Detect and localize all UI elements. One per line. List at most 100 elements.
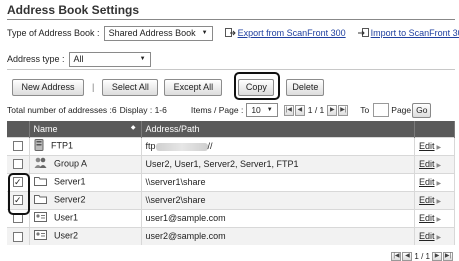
address-cell: \\server1\share	[141, 172, 415, 191]
checkbox-header	[7, 121, 30, 137]
row-name: Server2	[54, 194, 86, 205]
type-label: Type of Address Book :	[7, 28, 100, 38]
title-divider	[7, 19, 455, 20]
row-checkbox[interactable]	[12, 159, 23, 170]
address-book-type-select[interactable]: Shared Address Book ▼	[103, 25, 213, 41]
page-indicator: 1 / 1	[307, 105, 325, 115]
row-name: Server1	[54, 176, 86, 187]
edit-cell: Edit ▶	[414, 190, 455, 209]
table-row: ✓ Server2 \\server2\share Edit ▶	[7, 190, 455, 209]
chevron-right-icon: ▶	[436, 235, 442, 242]
row-name: Group A	[54, 158, 88, 169]
edit-cell: Edit ▶	[414, 136, 455, 155]
import-link[interactable]: Import to ScanFront 300	[357, 28, 459, 38]
page-number-input[interactable]	[373, 103, 390, 117]
delete-button[interactable]: Delete	[286, 78, 325, 96]
address-suffix: //	[207, 141, 213, 151]
address-cell: user2@sample.com	[141, 226, 415, 245]
items-per-page-label: Items / Page :	[190, 105, 244, 115]
table-row: ✓ Server1 \\server1\share Edit ▶	[7, 172, 455, 191]
last-page-icon[interactable]: ▶|	[443, 252, 453, 261]
redacted-address	[155, 142, 208, 151]
next-page-icon[interactable]: ▶	[327, 104, 338, 116]
row-name: FTP1	[51, 140, 74, 151]
folder-icon	[33, 194, 47, 206]
except-all-button[interactable]: Except All	[164, 78, 223, 96]
export-icon	[224, 28, 236, 38]
row-checkbox[interactable]	[12, 141, 23, 152]
edit-link[interactable]: Edit	[419, 231, 435, 241]
sort-indicator-icon: ◆	[130, 124, 136, 131]
name-cell: Group A	[29, 154, 142, 173]
address-type-select[interactable]: All ▼	[68, 51, 151, 67]
total-count: Total number of addresses :6	[7, 105, 117, 115]
name-column-header[interactable]: Name ◆	[29, 121, 142, 137]
edit-link[interactable]: Edit	[419, 159, 435, 169]
export-link[interactable]: Export from ScanFront 300	[224, 28, 346, 38]
last-page-icon[interactable]: ▶|	[338, 104, 349, 116]
user-card-icon	[33, 212, 47, 224]
checkbox-highlight-box	[8, 173, 30, 215]
user-card-icon	[33, 230, 47, 242]
copy-highlight-box	[234, 72, 280, 100]
address-type-label: Address type :	[7, 54, 65, 64]
table-header-row: Name ◆ Address/Path	[7, 121, 455, 137]
first-page-icon[interactable]: |◀	[283, 104, 294, 116]
export-link-label: Export from ScanFront 300	[237, 28, 346, 38]
table-row: FTP1 ftp // Edit ▶	[7, 136, 455, 155]
bottom-pager: |◀ ◀ 1 / 1 ▶ ▶|	[391, 252, 453, 261]
name-cell: User2	[29, 226, 142, 245]
address-book-type-value: Shared Address Book	[108, 28, 196, 38]
next-page-icon[interactable]: ▶	[432, 252, 442, 261]
address-type-row: Address type : All ▼	[7, 51, 151, 67]
address-cell: ftp //	[141, 136, 415, 155]
summary-row: Total number of addresses :6 Display : 1…	[7, 101, 457, 119]
address-prefix: ftp	[145, 141, 156, 151]
row-checkbox-cell	[7, 226, 30, 245]
import-icon	[357, 28, 369, 38]
pager: |◀ ◀ 1 / 1 ▶ ▶|	[283, 104, 349, 116]
to-label: To	[360, 105, 370, 115]
edit-link[interactable]: Edit	[419, 141, 435, 151]
items-per-page-select[interactable]: 10 ▼	[246, 103, 278, 117]
row-checkbox-cell	[7, 154, 30, 173]
display-range: Display : 1-6	[119, 105, 167, 115]
chevron-down-icon: ▼	[201, 30, 208, 36]
toolbar-separator: |	[92, 82, 95, 92]
page-indicator: 1 / 1	[414, 252, 430, 261]
group-icon	[34, 157, 47, 171]
ftp-server-icon	[34, 139, 44, 153]
edit-link[interactable]: Edit	[419, 177, 435, 187]
chevron-down-icon: ▼	[139, 56, 146, 62]
edit-link[interactable]: Edit	[419, 213, 435, 223]
prev-page-icon[interactable]: ◀	[294, 104, 305, 116]
edit-cell: Edit ▶	[414, 154, 455, 173]
address-column-header[interactable]: Address/Path	[141, 121, 415, 137]
address-book-type-row: Type of Address Book : Shared Address Bo…	[7, 25, 459, 41]
page-title: Address Book Settings	[7, 3, 140, 17]
table-row: User1 user1@sample.com Edit ▶	[7, 208, 455, 227]
section-divider	[7, 69, 455, 70]
table-row: User2 user2@sample.com Edit ▶	[7, 226, 455, 245]
address-table: Name ◆ Address/Path FTP1 ftp// Edit ▶ Gr…	[7, 121, 455, 245]
import-link-label: Import to ScanFront 300	[370, 28, 459, 38]
name-cell: FTP1	[29, 136, 142, 155]
name-header-label: Name	[33, 123, 58, 134]
new-address-button[interactable]: New Address	[12, 78, 84, 96]
chevron-right-icon: ▶	[436, 145, 442, 151]
go-button[interactable]: Go	[412, 102, 432, 118]
first-page-icon[interactable]: |◀	[391, 252, 402, 261]
name-cell: User1	[29, 208, 142, 227]
chevron-right-icon: ▶	[436, 217, 442, 223]
chevron-right-icon: ▶	[436, 163, 442, 169]
edit-column-header	[414, 121, 455, 137]
select-all-button[interactable]: Select All	[102, 78, 159, 96]
prev-page-icon[interactable]: ◀	[402, 252, 413, 261]
edit-link[interactable]: Edit	[419, 195, 435, 205]
row-name: User1	[54, 212, 79, 223]
chevron-right-icon: ▶	[436, 199, 442, 205]
address-cell: \\server2\share	[141, 190, 415, 209]
name-cell: Server1	[29, 172, 142, 191]
row-name: User2	[54, 230, 79, 241]
row-checkbox[interactable]	[12, 231, 23, 242]
